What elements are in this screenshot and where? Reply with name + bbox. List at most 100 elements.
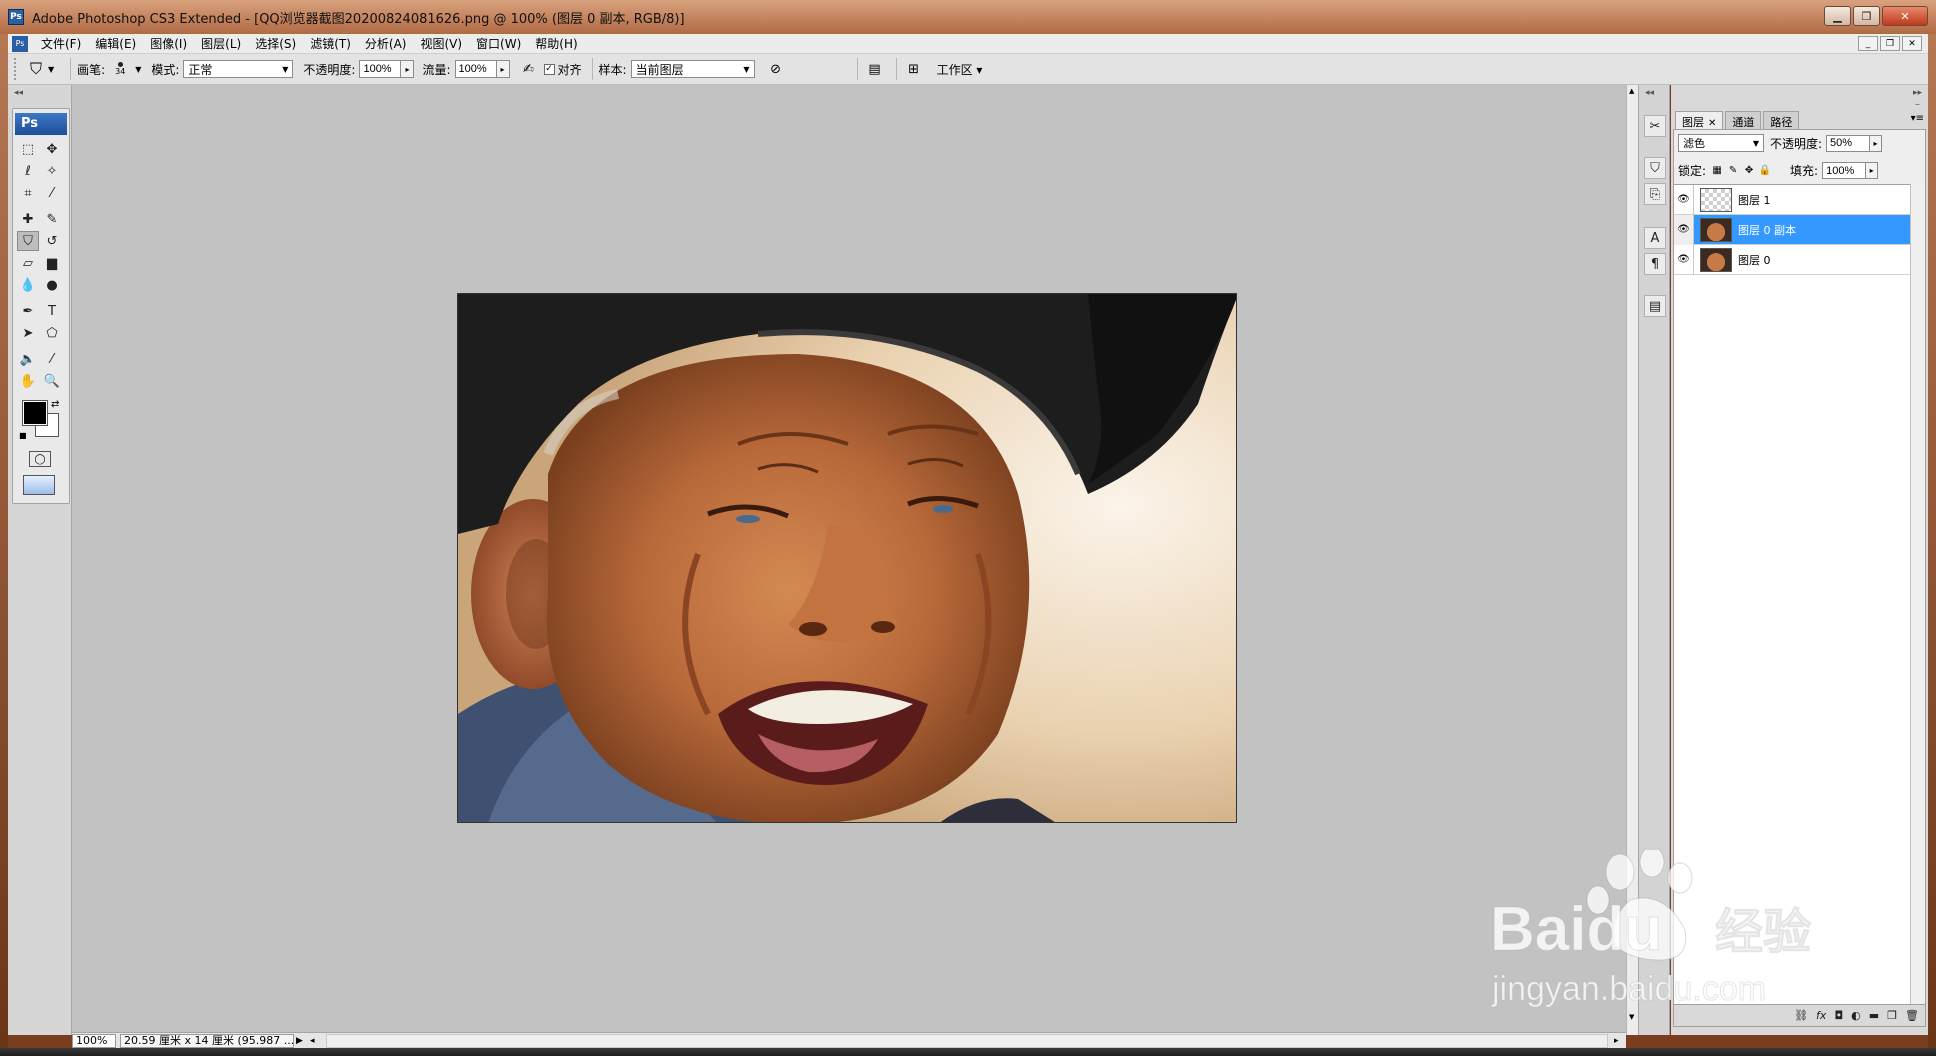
pen-tool-icon[interactable]: ✒ bbox=[17, 301, 39, 321]
doc-close-button[interactable]: ✕ bbox=[1902, 36, 1922, 51]
paragraph-icon[interactable]: ¶ bbox=[1644, 253, 1666, 275]
brush-tool-icon[interactable]: ✎ bbox=[41, 209, 63, 229]
menu-filter[interactable]: 滤镜(T) bbox=[303, 34, 358, 54]
new-layer-icon[interactable]: ❐ bbox=[1887, 1009, 1897, 1022]
canvas-vertical-scrollbar[interactable]: ▲ ▼ bbox=[1626, 85, 1638, 1035]
default-colors-icon[interactable]: ■ bbox=[19, 431, 27, 440]
bridge-icon[interactable]: ⊞ bbox=[903, 58, 925, 80]
shape-tool-icon[interactable]: ⬠ bbox=[41, 323, 63, 343]
menu-help[interactable]: 帮助(H) bbox=[528, 34, 584, 54]
menu-file[interactable]: 文件(F) bbox=[34, 34, 88, 54]
document-canvas[interactable] bbox=[457, 293, 1237, 823]
menu-layer[interactable]: 图层(L) bbox=[194, 34, 248, 54]
fill-input[interactable] bbox=[1822, 162, 1867, 179]
flow-slider-toggle[interactable]: ▸ bbox=[496, 60, 510, 78]
close-button[interactable]: ✕ bbox=[1882, 6, 1928, 26]
menu-view[interactable]: 视图(V) bbox=[413, 34, 469, 54]
opacity-slider-toggle[interactable]: ▸ bbox=[401, 60, 415, 78]
foreground-color-swatch[interactable] bbox=[22, 400, 48, 426]
lock-all-icon[interactable]: 🔒 bbox=[1758, 164, 1772, 178]
lock-position-icon[interactable]: ✥ bbox=[1742, 164, 1756, 178]
character-icon[interactable]: A bbox=[1644, 227, 1666, 249]
ignore-adjustment-layers-icon[interactable]: ⊘ bbox=[765, 58, 787, 80]
clone-source-icon[interactable]: ⎘ bbox=[1644, 183, 1666, 205]
zoom-level-field[interactable]: 100% bbox=[72, 1033, 116, 1048]
quick-mask-icon[interactable]: ◯ bbox=[29, 451, 51, 467]
brush-caret-icon[interactable]: ▼ bbox=[135, 65, 141, 74]
menu-analysis[interactable]: 分析(A) bbox=[358, 34, 414, 54]
lasso-tool-icon[interactable]: ℓ bbox=[17, 161, 39, 181]
sample-select[interactable]: 当前图层 ▼ bbox=[630, 60, 755, 78]
delete-layer-icon[interactable]: 🗑 bbox=[1905, 1009, 1919, 1022]
layer-row[interactable]: 👁 图层 1 bbox=[1674, 184, 1910, 215]
expand-panel-icon[interactable]: ▸▸ bbox=[1913, 88, 1922, 98]
layer-row[interactable]: 👁 图层 0 bbox=[1674, 244, 1910, 275]
layer-comps-icon[interactable]: ▤ bbox=[1644, 295, 1666, 317]
notes-tool-icon[interactable]: 🔈 bbox=[17, 349, 39, 369]
tool-presets-icon[interactable]: ✂ bbox=[1644, 115, 1666, 137]
marquee-tool-icon[interactable]: ⬚ bbox=[17, 139, 39, 159]
zoom-tool-icon[interactable]: 🔍 bbox=[41, 371, 63, 391]
path-selection-tool-icon[interactable]: ➤ bbox=[17, 323, 39, 343]
layer-mask-icon[interactable]: ◘ bbox=[1834, 1009, 1843, 1022]
layer-row-selected[interactable]: 👁 图层 0 副本 bbox=[1674, 214, 1910, 245]
hand-tool-icon[interactable]: ✋ bbox=[17, 371, 39, 391]
lock-transparency-icon[interactable]: ▦ bbox=[1710, 164, 1724, 178]
close-tab-icon[interactable]: ✕ bbox=[1708, 118, 1716, 129]
tool-preset-caret-icon[interactable]: ▼ bbox=[48, 65, 54, 74]
swap-colors-icon[interactable]: ⇄ bbox=[51, 399, 59, 410]
menu-select[interactable]: 选择(S) bbox=[248, 34, 303, 54]
eraser-tool-icon[interactable]: ▱ bbox=[17, 253, 39, 273]
opacity-input[interactable] bbox=[359, 60, 402, 78]
eyedropper-tool-icon[interactable]: ⁄ bbox=[41, 349, 63, 369]
new-group-icon[interactable]: ▬ bbox=[1869, 1009, 1879, 1022]
history-brush-tool-icon[interactable]: ↺ bbox=[41, 231, 63, 251]
doc-minimize-button[interactable]: _ bbox=[1858, 36, 1878, 51]
palette-well-icon[interactable]: ▤ bbox=[864, 58, 886, 80]
doc-restore-button[interactable]: ❐ bbox=[1880, 36, 1900, 51]
menu-image[interactable]: 图像(I) bbox=[143, 34, 194, 54]
clone-stamp-tool-preset-icon[interactable]: ⛉ bbox=[24, 58, 48, 80]
adjustment-layer-icon[interactable]: ◐ bbox=[1851, 1009, 1861, 1022]
collapse-toolbox-icon[interactable]: ◂◂ bbox=[14, 88, 23, 98]
blur-tool-icon[interactable]: 💧 bbox=[17, 275, 39, 295]
layers-scrollbar[interactable] bbox=[1910, 184, 1925, 1004]
scroll-left-icon[interactable]: ◂ bbox=[310, 1036, 322, 1046]
panel-minimize-icon[interactable]: – bbox=[1915, 99, 1920, 110]
dodge-tool-icon[interactable]: ● bbox=[41, 275, 63, 295]
document-icon[interactable]: Ps bbox=[12, 35, 28, 52]
magic-wand-tool-icon[interactable]: ✧ bbox=[41, 161, 63, 181]
menu-edit[interactable]: 编辑(E) bbox=[88, 34, 143, 54]
crop-tool-icon[interactable]: ⌗ bbox=[17, 183, 39, 203]
visibility-eye-icon[interactable]: 👁 bbox=[1674, 214, 1694, 245]
visibility-eye-icon[interactable]: 👁 bbox=[1674, 184, 1694, 215]
clone-stamp-tool-icon[interactable]: ⛉ bbox=[17, 231, 39, 251]
tab-layers[interactable]: 图层 ✕ bbox=[1675, 111, 1724, 129]
tab-channels[interactable]: 通道 bbox=[1725, 111, 1762, 129]
healing-brush-tool-icon[interactable]: ✚ bbox=[17, 209, 39, 229]
options-grip[interactable] bbox=[14, 58, 20, 80]
menu-window[interactable]: 窗口(W) bbox=[469, 34, 528, 54]
restore-button[interactable]: ❐ bbox=[1853, 6, 1880, 26]
layer-opacity-input[interactable] bbox=[1826, 134, 1871, 152]
fill-slider-toggle[interactable]: ▸ bbox=[1866, 162, 1879, 179]
panel-menu-icon[interactable]: ▾≡ bbox=[1911, 113, 1924, 124]
layer-style-icon[interactable]: fx bbox=[1816, 1009, 1826, 1022]
document-info[interactable]: 20.59 厘米 x 14 厘米 (95.987 ... bbox=[120, 1033, 294, 1048]
mode-select[interactable]: 正常 ▼ bbox=[183, 60, 294, 78]
lock-pixels-icon[interactable]: ✎ bbox=[1726, 164, 1740, 178]
brushes-icon[interactable]: ⛉ bbox=[1644, 157, 1666, 179]
workspace-menu-button[interactable]: 工作区 ▾ bbox=[937, 61, 983, 78]
collapse-dock-icon[interactable]: ◂◂ bbox=[1645, 88, 1654, 98]
canvas-horizontal-scrollbar[interactable] bbox=[326, 1033, 1608, 1048]
status-menu-arrow-icon[interactable]: ▶ bbox=[296, 1036, 308, 1046]
tab-paths[interactable]: 路径 bbox=[1763, 111, 1800, 129]
minimize-button[interactable]: ▁ bbox=[1824, 6, 1851, 26]
aligned-checkbox[interactable]: ✓ bbox=[543, 63, 555, 75]
move-tool-icon[interactable]: ✥ bbox=[41, 139, 63, 159]
layer-opacity-slider-toggle[interactable]: ▸ bbox=[1870, 134, 1883, 152]
flow-input[interactable] bbox=[454, 60, 497, 78]
gradient-tool-icon[interactable]: ▆ bbox=[41, 253, 63, 273]
airbrush-icon[interactable]: ✍ bbox=[518, 58, 540, 80]
slice-tool-icon[interactable]: ⁄ bbox=[41, 183, 63, 203]
